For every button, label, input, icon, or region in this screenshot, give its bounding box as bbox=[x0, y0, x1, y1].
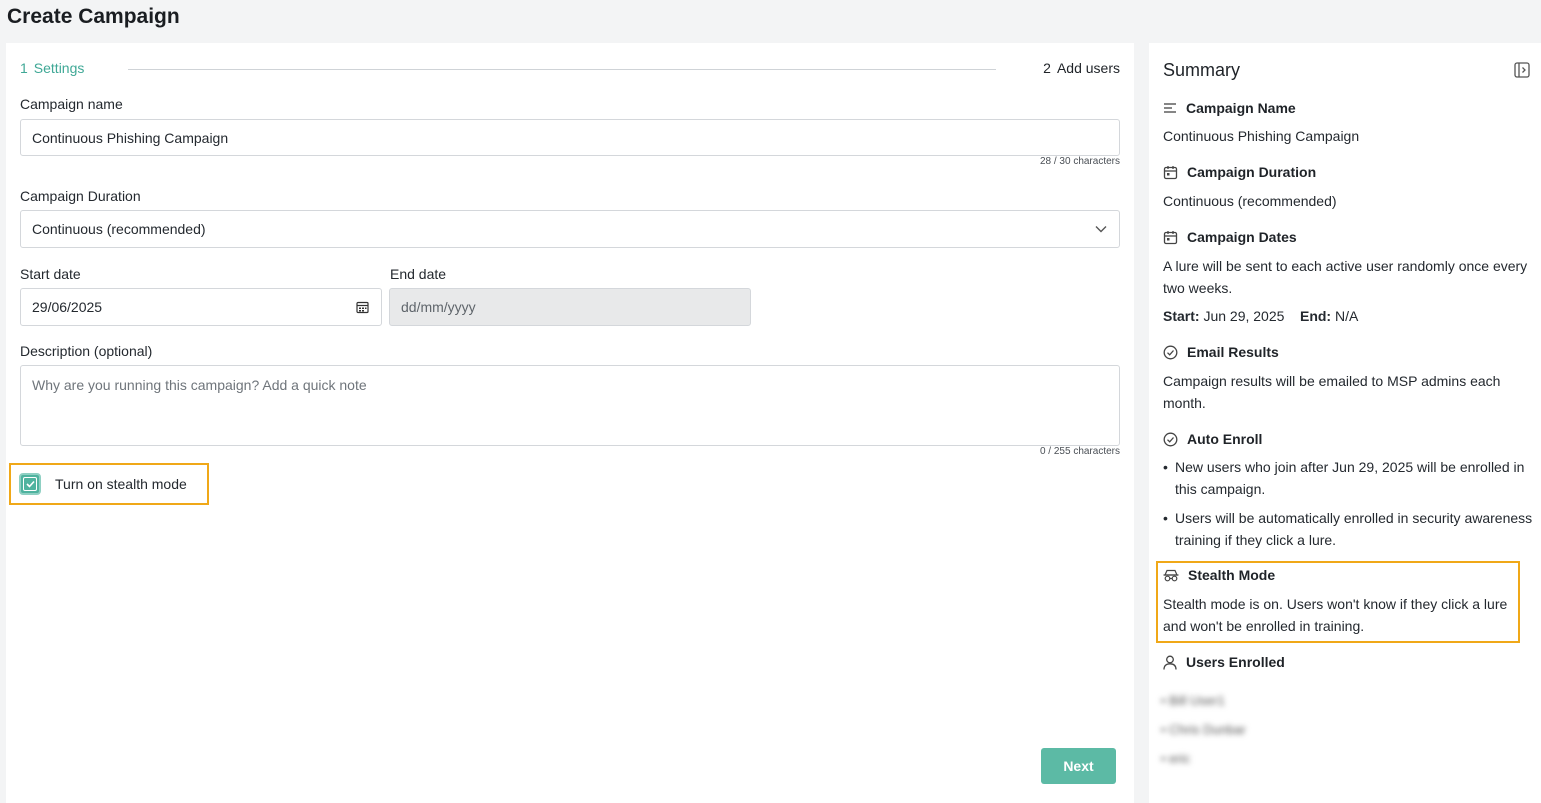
stealth-mode-option[interactable]: Turn on stealth mode bbox=[9, 463, 209, 505]
collapse-panel-icon[interactable] bbox=[1514, 62, 1530, 83]
start-date-input[interactable]: 29/06/2025 bbox=[20, 288, 382, 326]
summary-dates-heading: Campaign Dates bbox=[1163, 229, 1297, 245]
summary-users-list: • Bill User1 • Chris Dunbar • eric bbox=[1161, 686, 1246, 773]
summary-campaign-name-heading: Campaign Name bbox=[1163, 100, 1296, 116]
list-item: Users will be automatically enrolled in … bbox=[1163, 507, 1535, 551]
stealth-mode-checkbox[interactable] bbox=[19, 473, 41, 495]
summary-users-heading: Users Enrolled bbox=[1163, 654, 1285, 670]
summary-auto-enroll-list: New users who join after Jun 29, 2025 wi… bbox=[1163, 456, 1535, 558]
campaign-name-input[interactable]: Continuous Phishing Campaign bbox=[20, 119, 1120, 156]
check-circle-icon bbox=[1163, 345, 1178, 359]
list-item: New users who join after Jun 29, 2025 wi… bbox=[1163, 456, 1535, 500]
start-date-label: Start date bbox=[20, 266, 81, 282]
summary-email-heading: Email Results bbox=[1163, 344, 1279, 360]
list-item: • Chris Dunbar bbox=[1161, 722, 1246, 737]
summary-duration-value: Continuous (recommended) bbox=[1163, 193, 1337, 209]
stepper: 1 Settings 2 Add users bbox=[20, 60, 1120, 80]
campaign-name-label: Campaign name bbox=[20, 96, 123, 112]
summary-campaign-name-value: Continuous Phishing Campaign bbox=[1163, 128, 1360, 144]
list-item: • eric bbox=[1161, 751, 1191, 766]
user-icon bbox=[1163, 655, 1177, 670]
check-icon bbox=[23, 477, 37, 491]
description-counter: 0 / 255 characters bbox=[1039, 446, 1120, 457]
text-lines-icon bbox=[1164, 103, 1176, 113]
page-title: Create Campaign bbox=[7, 5, 180, 28]
step-settings[interactable]: 1 Settings bbox=[20, 60, 84, 76]
chevron-down-icon bbox=[1095, 225, 1107, 233]
step-add-users[interactable]: 2 Add users bbox=[1043, 60, 1120, 76]
summary-auto-enroll-heading: Auto Enroll bbox=[1163, 431, 1262, 447]
end-date-input[interactable]: dd/mm/yyyy bbox=[389, 288, 751, 326]
campaign-name-counter: 28 / 30 characters bbox=[1039, 156, 1120, 167]
description-textarea[interactable]: Why are you running this campaign? Add a… bbox=[20, 365, 1120, 446]
summary-stealth-text: Stealth mode is on. Users won't know if … bbox=[1163, 596, 1508, 634]
check-circle-icon bbox=[1163, 432, 1178, 446]
calendar-icon[interactable] bbox=[356, 301, 369, 314]
summary-title: Summary bbox=[1163, 60, 1241, 80]
list-item: • Bill User1 bbox=[1161, 693, 1225, 708]
summary-panel: Summary Campaign Name Continuous Phishin… bbox=[1149, 43, 1541, 803]
stealth-mode-label: Turn on stealth mode bbox=[55, 476, 187, 492]
campaign-duration-label: Campaign Duration bbox=[20, 188, 141, 204]
calendar-icon bbox=[1163, 230, 1178, 244]
campaign-form: 1 Settings 2 Add users Campaign name Conti… bbox=[6, 43, 1134, 803]
summary-dates-description: A lure will be sent to each active user … bbox=[1163, 258, 1528, 296]
summary-stealth-heading: Stealth Mode bbox=[1163, 567, 1275, 583]
summary-email-text: Campaign results will be emailed to MSP … bbox=[1163, 373, 1501, 411]
incognito-icon bbox=[1163, 569, 1179, 581]
end-date-label: End date bbox=[390, 266, 447, 282]
campaign-duration-select[interactable]: Continuous (recommended) bbox=[20, 210, 1120, 248]
summary-dates-range: Start: Jun 29, 2025 End: N/A bbox=[1163, 308, 1359, 324]
next-button[interactable]: Next bbox=[1041, 748, 1116, 784]
step-divider bbox=[128, 69, 996, 70]
description-label: Description (optional) bbox=[20, 343, 153, 359]
calendar-icon bbox=[1163, 165, 1178, 179]
summary-duration-heading: Campaign Duration bbox=[1163, 164, 1316, 180]
